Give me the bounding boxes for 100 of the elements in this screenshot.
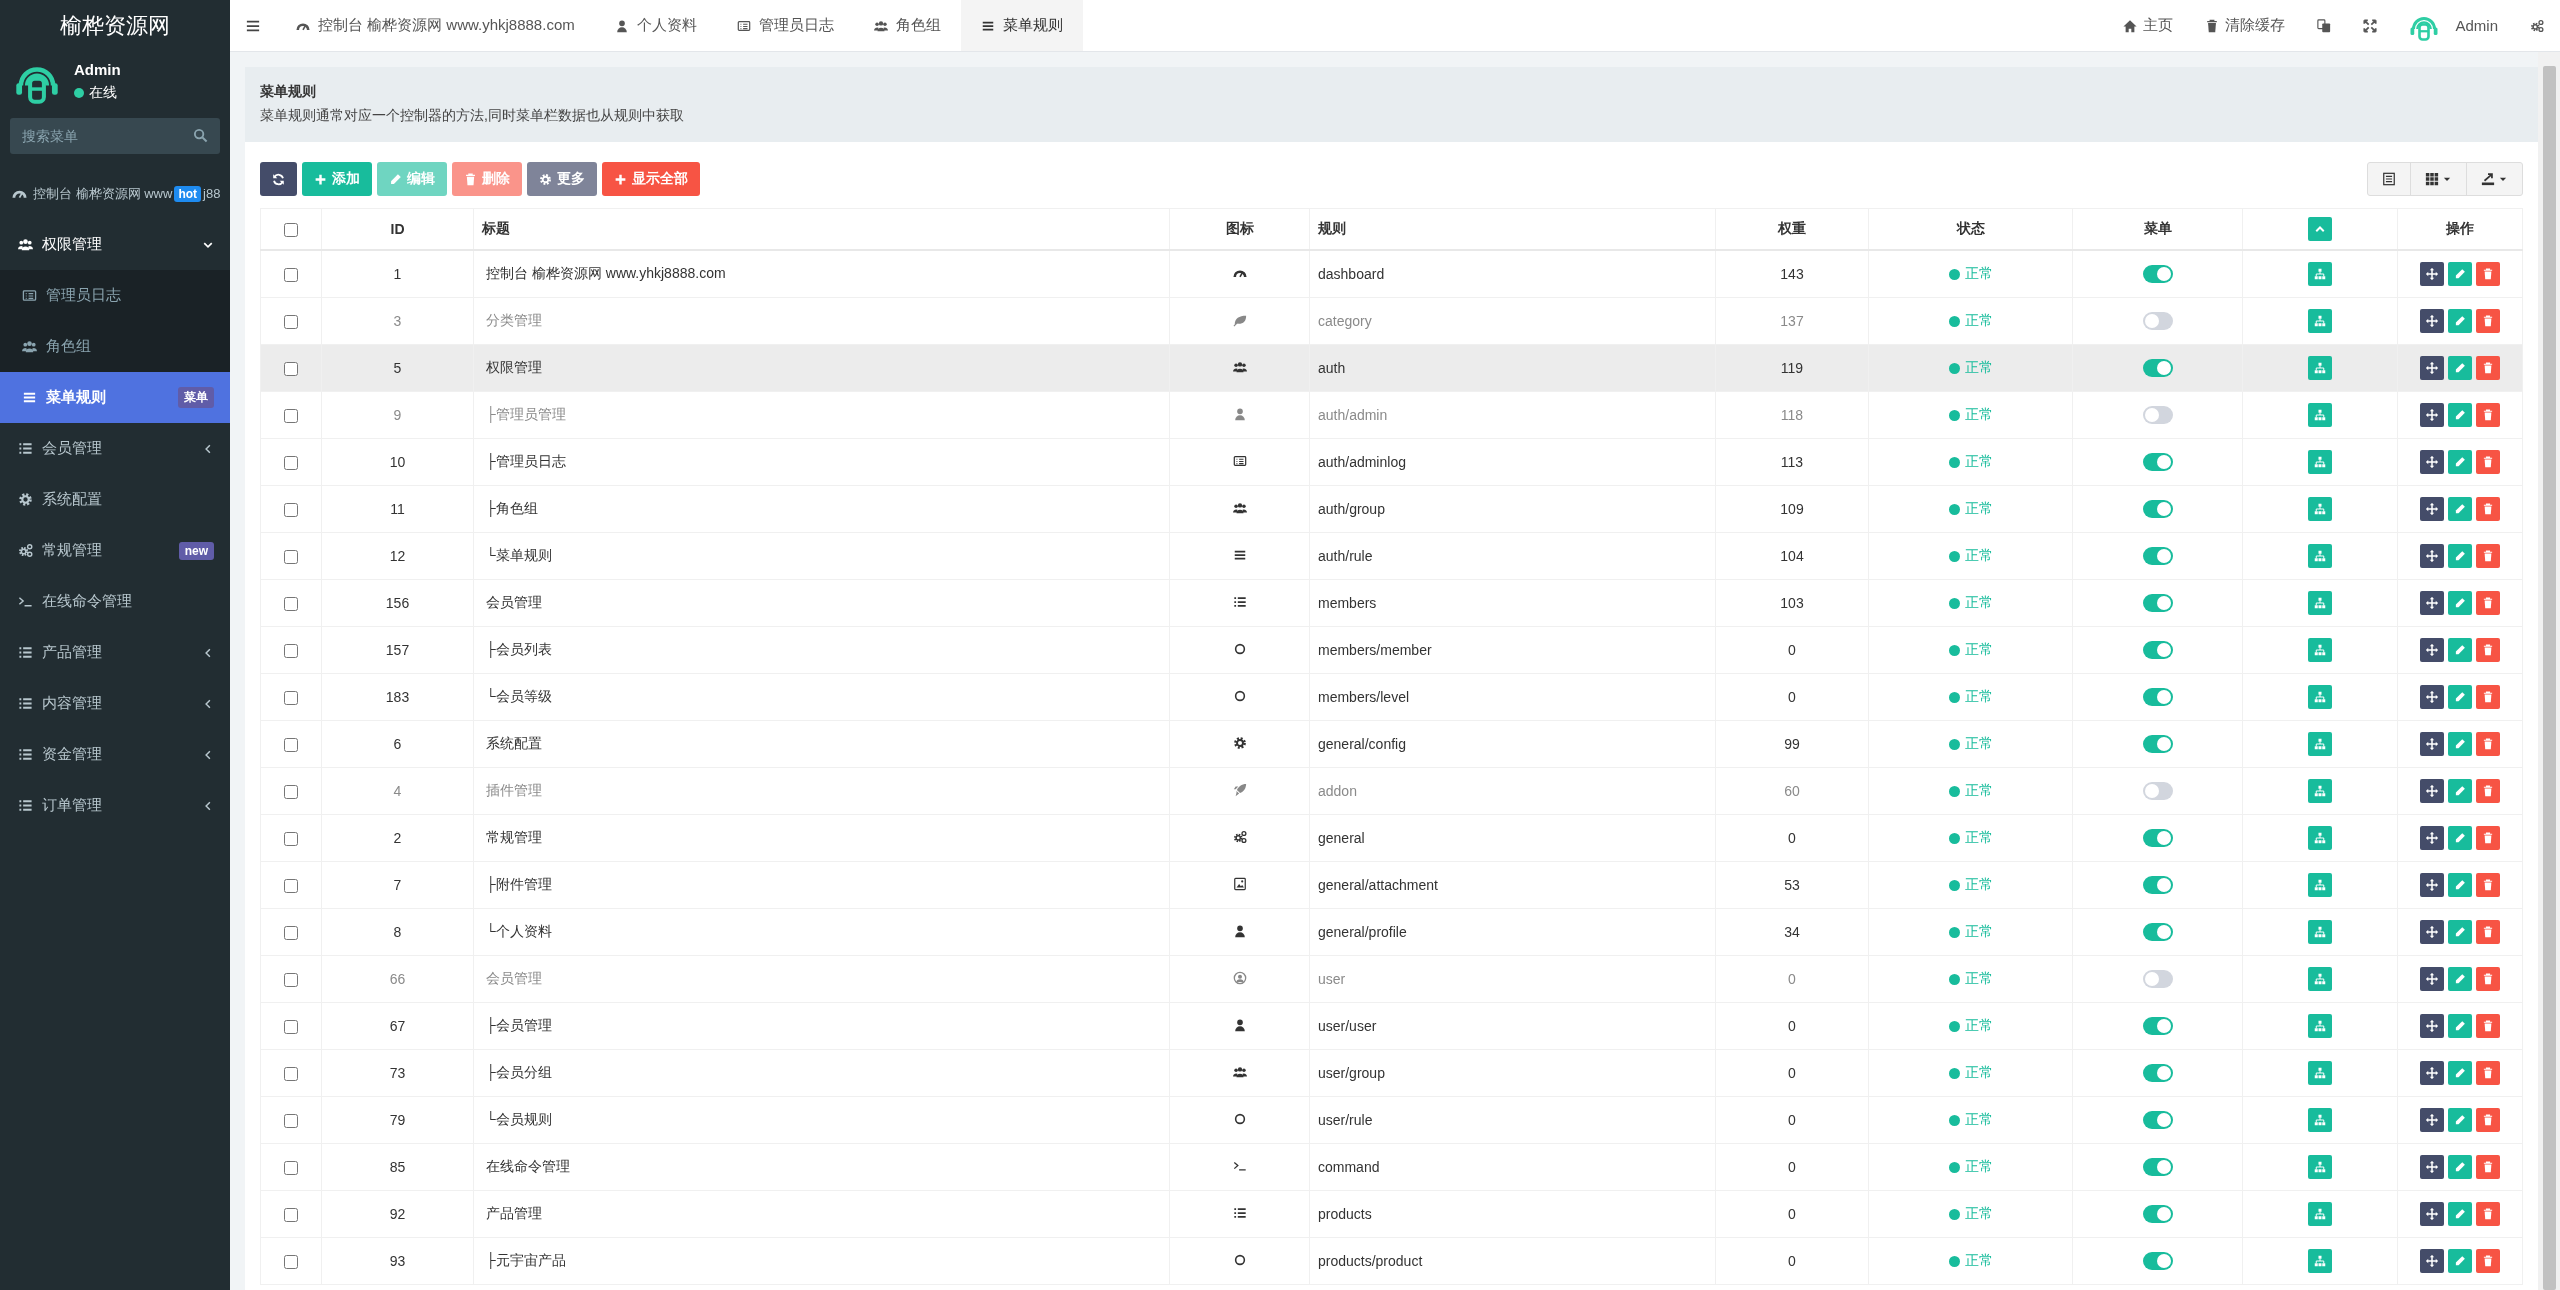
sidebar-item[interactable]: 产品管理: [0, 627, 230, 678]
row-checkbox[interactable]: [284, 1255, 298, 1270]
toggle-switch[interactable]: [2142, 1252, 2173, 1271]
row-checkbox[interactable]: [284, 1067, 298, 1082]
drag-button[interactable]: [2420, 403, 2444, 427]
sitemap-button[interactable]: [2308, 967, 2332, 991]
user-menu[interactable]: Admin: [2393, 0, 2514, 51]
delete-button[interactable]: [2476, 544, 2500, 568]
sitemap-button[interactable]: [2308, 685, 2332, 709]
drag-button[interactable]: [2420, 873, 2444, 897]
row-checkbox[interactable]: [284, 691, 298, 706]
delete-button[interactable]: [2476, 262, 2500, 286]
sitemap-button[interactable]: [2308, 262, 2332, 286]
sitemap-button[interactable]: [2308, 356, 2332, 380]
row-checkbox[interactable]: [284, 550, 298, 565]
sidebar-item[interactable]: 常规管理 new: [0, 525, 230, 576]
toggle-switch[interactable]: [2142, 1111, 2173, 1130]
delete-button[interactable]: [2476, 1202, 2500, 1226]
delete-button[interactable]: [2476, 1108, 2500, 1132]
toggle-switch[interactable]: [2142, 453, 2173, 472]
drag-button[interactable]: [2420, 450, 2444, 474]
sitemap-button[interactable]: [2308, 826, 2332, 850]
drag-button[interactable]: [2420, 591, 2444, 615]
delete-button[interactable]: [2476, 1155, 2500, 1179]
delete-button[interactable]: [2476, 356, 2500, 380]
sitemap-button[interactable]: [2308, 497, 2332, 521]
sitemap-button[interactable]: [2308, 920, 2332, 944]
toggle-switch[interactable]: [2142, 829, 2173, 848]
refresh-button[interactable]: [260, 162, 297, 196]
toggle-switch[interactable]: [2142, 500, 2173, 519]
toggle-switch[interactable]: [2142, 406, 2173, 425]
toggle-switch[interactable]: [2142, 1158, 2173, 1177]
search-field[interactable]: 搜索菜单: [10, 118, 220, 154]
drag-button[interactable]: [2420, 967, 2444, 991]
sidebar-item[interactable]: 系统配置: [0, 474, 230, 525]
row-checkbox[interactable]: [284, 644, 298, 659]
drag-button[interactable]: [2420, 1014, 2444, 1038]
row-checkbox[interactable]: [284, 268, 298, 283]
row-checkbox[interactable]: [284, 738, 298, 753]
drag-button[interactable]: [2420, 1249, 2444, 1273]
row-checkbox[interactable]: [284, 362, 298, 377]
toggle-switch[interactable]: [2142, 970, 2173, 989]
nav-tab[interactable]: 控制台 榆桦资源网 www.yhkj8888.com: [276, 0, 595, 51]
sitemap-button[interactable]: [2308, 1155, 2332, 1179]
delete-button[interactable]: [2476, 967, 2500, 991]
drag-button[interactable]: [2420, 356, 2444, 380]
select-all-checkbox[interactable]: [284, 223, 298, 238]
row-checkbox[interactable]: [284, 926, 298, 941]
delete-button[interactable]: [2476, 638, 2500, 662]
row-checkbox[interactable]: [284, 1020, 298, 1035]
row-checkbox[interactable]: [284, 315, 298, 330]
sitemap-button[interactable]: [2308, 732, 2332, 756]
drag-button[interactable]: [2420, 262, 2444, 286]
delete-button[interactable]: [2476, 450, 2500, 474]
drag-button[interactable]: [2420, 1155, 2444, 1179]
toggle-switch[interactable]: [2142, 1064, 2173, 1083]
row-checkbox[interactable]: [284, 973, 298, 988]
delete-button[interactable]: [2476, 309, 2500, 333]
nav-tab[interactable]: 管理员日志: [716, 0, 854, 51]
sitemap-button[interactable]: [2308, 638, 2332, 662]
drag-button[interactable]: [2420, 544, 2444, 568]
row-checkbox[interactable]: [284, 1161, 298, 1176]
toggle-switch[interactable]: [2142, 735, 2173, 754]
delete-button[interactable]: [2476, 1061, 2500, 1085]
sidebar-item[interactable]: 订单管理: [0, 780, 230, 831]
sitemap-button[interactable]: [2308, 544, 2332, 568]
delete-button[interactable]: [2476, 685, 2500, 709]
delete-button[interactable]: [2476, 779, 2500, 803]
sitemap-button[interactable]: [2308, 1202, 2332, 1226]
row-checkbox[interactable]: [284, 409, 298, 424]
sitemap-button[interactable]: [2308, 873, 2332, 897]
nav-link[interactable]: 主页: [2107, 0, 2190, 51]
delete-button[interactable]: [2476, 826, 2500, 850]
sitemap-button[interactable]: [2308, 1061, 2332, 1085]
sitemap-button[interactable]: [2308, 779, 2332, 803]
toggle-switch[interactable]: [2142, 1205, 2173, 1224]
sitemap-button[interactable]: [2308, 309, 2332, 333]
sitemap-button[interactable]: [2308, 1108, 2332, 1132]
sidebar-item[interactable]: 管理员日志: [0, 270, 230, 321]
toggle-switch[interactable]: [2142, 359, 2173, 378]
toggle-switch[interactable]: [2142, 641, 2173, 660]
delete-button[interactable]: [2476, 920, 2500, 944]
row-checkbox[interactable]: [284, 1208, 298, 1223]
row-checkbox[interactable]: [284, 597, 298, 612]
toggle-switch[interactable]: [2142, 876, 2173, 895]
sitemap-button[interactable]: [2308, 450, 2332, 474]
drag-button[interactable]: [2420, 497, 2444, 521]
sidebar-item[interactable]: 内容管理: [0, 678, 230, 729]
delete-button[interactable]: [2476, 497, 2500, 521]
nav-link[interactable]: 清除缓存: [2189, 0, 2302, 51]
sitemap-button[interactable]: [2308, 1014, 2332, 1038]
more-button[interactable]: 更多: [527, 162, 597, 196]
delete-button[interactable]: [2476, 732, 2500, 756]
drag-button[interactable]: [2420, 1202, 2444, 1226]
sidebar-item[interactable]: 在线命令管理: [0, 576, 230, 627]
toggle-switch[interactable]: [2142, 923, 2173, 942]
drag-button[interactable]: [2420, 779, 2444, 803]
sitemap-button[interactable]: [2308, 591, 2332, 615]
drag-button[interactable]: [2420, 920, 2444, 944]
nav-tab[interactable]: 个人资料: [594, 0, 717, 51]
